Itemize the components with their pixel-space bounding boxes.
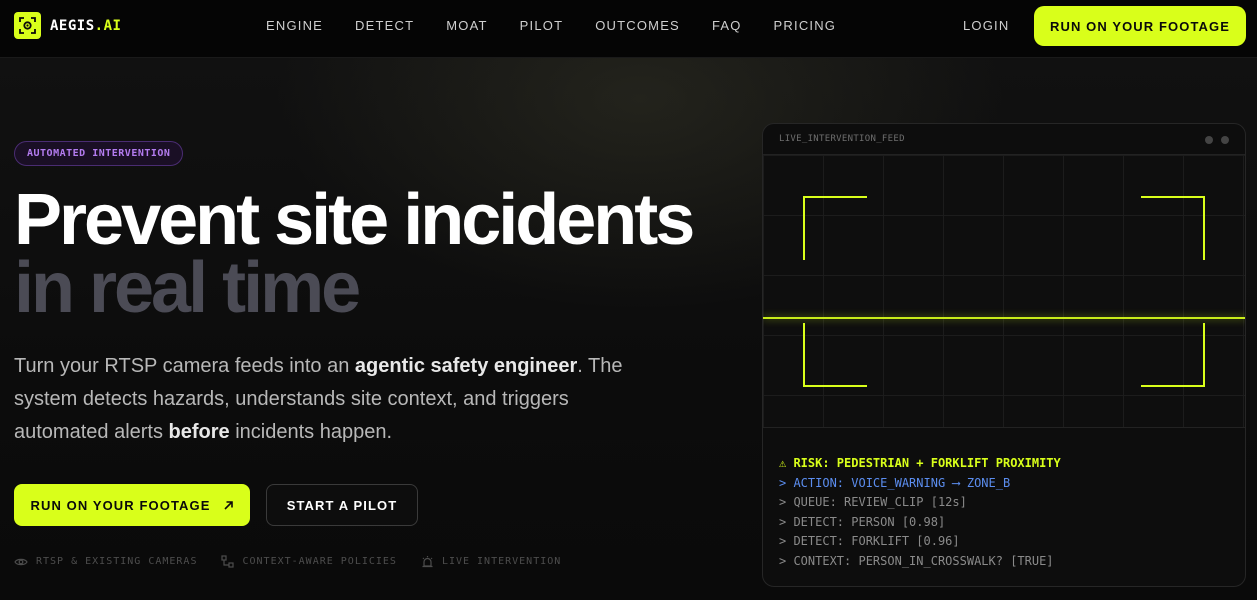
run-footage-button[interactable]: RUN ON YOUR FOOTAGE — [14, 484, 250, 526]
log-line-risk: ⚠ RISK: PEDESTRIAN + FORKLIFT PROXIMITY — [779, 456, 1061, 470]
aegis-logo-icon — [14, 12, 41, 39]
brand-logo[interactable]: AEGIS.AI — [14, 12, 121, 39]
nav-link-pricing[interactable]: PRICING — [774, 18, 837, 33]
bbox-corner-bottom-right — [1141, 323, 1205, 387]
alarm-icon — [422, 556, 433, 568]
nav-link-detect[interactable]: DETECT — [355, 18, 414, 33]
desc-emphasis-before: before — [168, 421, 230, 443]
nav-link-outcomes[interactable]: OUTCOMES — [595, 18, 680, 33]
feature-live: LIVE INTERVENTION — [421, 555, 561, 568]
window-dot-icon — [1205, 136, 1213, 144]
run-footage-label: RUN ON YOUR FOOTAGE — [30, 497, 211, 513]
nav-link-moat[interactable]: MOAT — [446, 18, 487, 33]
feature-label: CONTEXT-AWARE POLICIES — [242, 556, 397, 567]
nav-links: ENGINE DETECT MOAT PILOT OUTCOMES FAQ PR… — [266, 18, 868, 33]
intervention-log: ⚠ RISK: PEDESTRIAN + FORKLIFT PROXIMITY … — [779, 454, 1061, 571]
log-line-detect-forklift: > DETECT: FORKLIFT [0.96] — [779, 534, 960, 548]
feature-rtsp: RTSP & EXISTING CAMERAS — [14, 556, 197, 568]
log-line-context: > CONTEXT: PERSON_IN_CROSSWALK? [TRUE] — [779, 553, 1054, 568]
headline-line-2: in real time — [14, 248, 361, 328]
live-feed-panel: LIVE_INTERVENTION_FEED ⚠ RISK: PEDESTRIA… — [762, 123, 1246, 587]
log-line-detect-person: > DETECT: PERSON [0.98] — [779, 514, 946, 529]
feature-label: RTSP & EXISTING CAMERAS — [36, 556, 198, 567]
nav-link-engine[interactable]: ENGINE — [266, 18, 323, 33]
feed-panel-header: LIVE_INTERVENTION_FEED — [763, 124, 1245, 155]
bbox-corner-top-right — [1141, 196, 1205, 260]
window-dot-icon — [1221, 136, 1229, 144]
hero-description: Turn your RTSP camera feeds into an agen… — [14, 355, 623, 443]
headline-line-1: Prevent site incidents — [14, 180, 695, 260]
window-dots — [1197, 136, 1229, 144]
bbox-corner-top-left — [803, 196, 867, 260]
arrow-up-right-icon — [223, 500, 234, 511]
nodes-icon — [221, 555, 235, 568]
bbox-corner-bottom-left — [803, 323, 867, 387]
login-link[interactable]: LOGIN — [963, 18, 1009, 33]
hero-headline: Prevent site incidents in real time — [14, 180, 695, 328]
log-line-action: > ACTION: VOICE_WARNING ⟶ ZONE_B — [779, 475, 1011, 490]
top-nav: AEGIS.AI ENGINE DETECT MOAT PILOT OUTCOM… — [0, 0, 1257, 58]
feature-context: CONTEXT-AWARE POLICIES — [221, 555, 396, 568]
hero-badge: AUTOMATED INTERVENTION — [14, 141, 184, 166]
start-pilot-button[interactable]: START A PILOT — [266, 484, 418, 526]
nav-link-pilot[interactable]: PILOT — [520, 18, 564, 33]
log-line-queue: > QUEUE: REVIEW_CLIP [12s] — [779, 495, 967, 509]
nav-run-footage-button[interactable]: RUN ON YOUR FOOTAGE — [1034, 6, 1246, 46]
feature-label: LIVE INTERVENTION — [441, 556, 562, 567]
scan-line — [763, 317, 1245, 319]
camera-viewport — [763, 155, 1245, 428]
desc-emphasis-agentic: agentic safety engineer — [354, 355, 578, 377]
nav-link-faq[interactable]: FAQ — [712, 18, 742, 33]
feature-list: RTSP & EXISTING CAMERAS CONTEXT-AWARE PO… — [14, 555, 585, 568]
feed-title: LIVE_INTERVENTION_FEED — [779, 134, 905, 144]
brand-name: AEGIS.AI — [50, 17, 122, 34]
eye-icon — [14, 558, 28, 565]
